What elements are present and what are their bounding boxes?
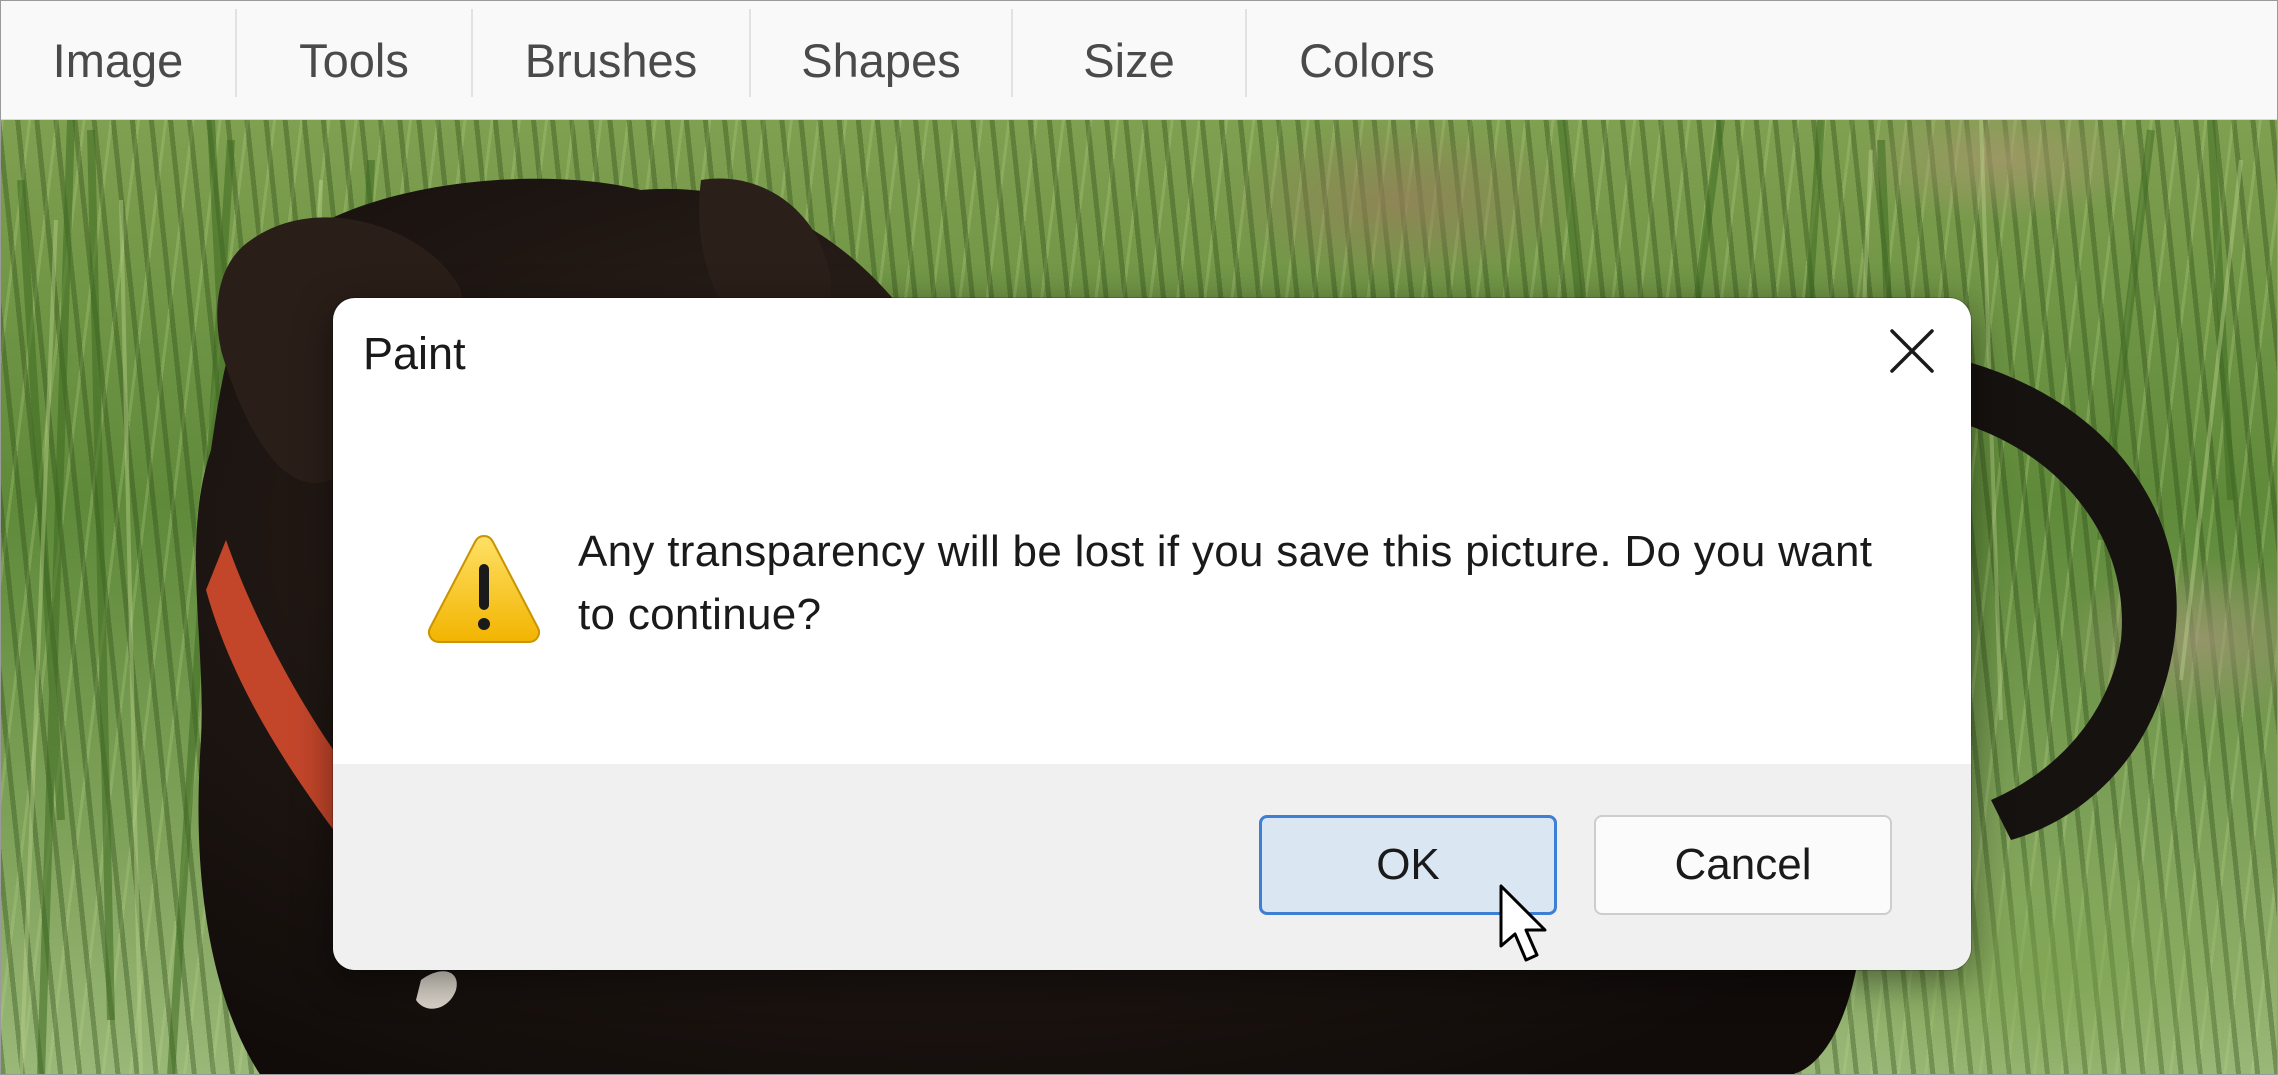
menu-brushes[interactable]: Brushes	[473, 1, 749, 119]
close-icon	[1890, 329, 1934, 373]
menu-size[interactable]: Size	[1013, 1, 1245, 119]
menu-bar: Image Tools Brushes Shapes Size Colors	[1, 1, 2277, 120]
menu-shapes[interactable]: Shapes	[751, 1, 1011, 119]
paint-window: Image Tools Brushes Shapes Size Colors P…	[0, 0, 2278, 1075]
dialog-footer: OK Cancel	[333, 764, 1971, 970]
dialog-title: Paint	[363, 328, 466, 379]
warning-icon	[428, 534, 540, 643]
dialog-message: Any transparency will be lost if you sav…	[578, 527, 1873, 639]
cancel-button[interactable]: Cancel	[1594, 815, 1892, 915]
menu-tools[interactable]: Tools	[237, 1, 471, 119]
menu-image[interactable]: Image	[1, 1, 235, 119]
mouse-cursor-icon	[1499, 884, 1547, 962]
close-button[interactable]	[1879, 318, 1945, 384]
save-warning-dialog: Paint Any transparency will be lost if y…	[333, 298, 1971, 970]
menu-colors[interactable]: Colors	[1247, 1, 1487, 119]
